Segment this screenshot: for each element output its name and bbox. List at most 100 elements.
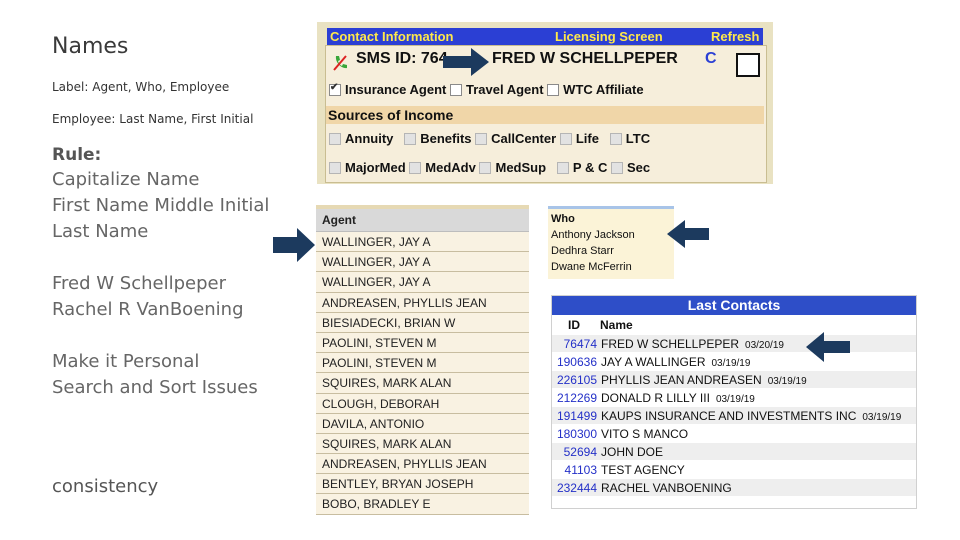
- sources-label: Sources of Income: [328, 107, 454, 123]
- table-row[interactable]: 180300 VITO S MANCO: [552, 425, 916, 443]
- contact-date: 03/19/19: [862, 412, 902, 423]
- table-row[interactable]: 41103 TEST AGENCY: [552, 461, 916, 479]
- income-label: MedAdv: [425, 160, 476, 175]
- arrow-left-icon: [806, 332, 850, 362]
- example-line: Rachel R VanBoening: [52, 299, 244, 320]
- table-row[interactable]: SQUIRES, MARK ALAN: [316, 373, 529, 394]
- income-ltc-checkbox[interactable]: LTC: [609, 131, 650, 146]
- action-box[interactable]: [736, 53, 760, 77]
- table-row[interactable]: ANDREASEN, PHYLLIS JEAN: [316, 292, 529, 313]
- checkbox-icon[interactable]: [329, 82, 341, 96]
- checkbox-icon[interactable]: [475, 132, 488, 145]
- table-row[interactable]: WALLINGER, JAY A: [316, 272, 529, 293]
- flag-label: Insurance Agent: [345, 82, 447, 97]
- checkbox-icon[interactable]: [404, 132, 417, 145]
- contact-name: JAY A WALLINGER: [601, 355, 706, 369]
- contact-id-link[interactable]: 191499: [552, 407, 597, 425]
- contact-title: Contact Information: [330, 29, 454, 44]
- table-row[interactable]: 226105 PHYLLIS JEAN ANDREASEN 03/19/19: [552, 371, 916, 389]
- contact-id-link[interactable]: 52694: [552, 443, 597, 461]
- insurance-agent-checkbox[interactable]: Insurance Agent: [329, 82, 446, 97]
- table-row[interactable]: 232444 RACHEL VANBOENING: [552, 479, 916, 497]
- contact-id-link[interactable]: 190636: [552, 353, 597, 371]
- income-life-checkbox[interactable]: Life: [559, 131, 599, 146]
- who-list: Who Anthony Jackson Dedhra Starr Dwane M…: [548, 206, 674, 279]
- label-note: Label: Agent, Who, Employee: [52, 80, 230, 94]
- checkbox-icon[interactable]: [479, 161, 492, 174]
- income-pc-checkbox[interactable]: P & C: [556, 160, 607, 175]
- checkbox-icon[interactable]: [329, 161, 341, 174]
- income-label: Benefits: [420, 131, 472, 146]
- table-row[interactable]: BIESIADECKI, BRIAN W: [316, 312, 529, 333]
- id-column-header[interactable]: ID: [552, 315, 580, 335]
- table-row[interactable]: SQUIRES, MARK ALAN: [316, 433, 529, 455]
- phone-muted-icon[interactable]: [332, 54, 348, 76]
- checkbox-icon[interactable]: [559, 132, 572, 145]
- contact-date: 03/19/19: [715, 394, 755, 405]
- list-item[interactable]: Anthony Jackson: [548, 227, 674, 243]
- contact-id-link[interactable]: 212269: [552, 389, 597, 407]
- personal-line: Search and Sort Issues: [52, 377, 258, 398]
- list-item[interactable]: Dedhra Starr: [548, 243, 674, 259]
- income-callcenter-checkbox[interactable]: CallCenter: [475, 131, 556, 146]
- contact-name: DONALD R LILLY III: [601, 391, 710, 405]
- income-label: Sec: [626, 160, 651, 175]
- income-label: MajorMed: [345, 160, 406, 175]
- income-majormed-checkbox[interactable]: MajorMed: [329, 160, 406, 175]
- contact-date: 03/20/19: [745, 340, 784, 351]
- list-item[interactable]: Dwane McFerrin: [548, 259, 674, 275]
- who-header: Who: [551, 213, 575, 225]
- income-medadv-checkbox[interactable]: MedAdv: [409, 160, 476, 175]
- rule-line: Last Name: [52, 221, 149, 242]
- table-row[interactable]: 190636 JAY A WALLINGER 03/19/19: [552, 353, 916, 371]
- table-row[interactable]: CLOUGH, DEBORAH: [316, 393, 529, 414]
- table-row[interactable]: BENTLEY, BRYAN JOSEPH: [316, 474, 529, 495]
- contact-name: FRED W SCHELLPEPER: [492, 50, 678, 67]
- personal-list: Make it Personal Search and Sort Issues: [52, 349, 258, 401]
- name-column-header[interactable]: Name: [600, 318, 633, 332]
- table-row[interactable]: BOBO, BRADLEY E: [316, 494, 529, 515]
- income-row-2: MajorMed MedAdv MedSup P & C Sec: [329, 160, 650, 175]
- table-row[interactable]: WALLINGER, JAY A: [316, 252, 529, 273]
- table-row[interactable]: 76474 FRED W SCHELLPEPER 03/20/19: [552, 335, 916, 353]
- checkbox-icon[interactable]: [547, 83, 560, 96]
- agent-column-header[interactable]: Agent: [316, 209, 529, 232]
- table-row[interactable]: PAOLINI, STEVEN M: [316, 332, 529, 354]
- contact-id-link[interactable]: 232444: [552, 479, 597, 497]
- checkbox-icon[interactable]: [450, 83, 462, 96]
- contact-id-link[interactable]: 180300: [552, 425, 597, 443]
- table-row[interactable]: PAOLINI, STEVEN M: [316, 353, 529, 374]
- table-row[interactable]: 191499 KAUPS INSURANCE AND INVESTMENTS IN…: [552, 407, 916, 425]
- personal-line: Make it Personal: [52, 351, 200, 372]
- contact-id-link[interactable]: 41103: [552, 461, 597, 479]
- income-label: Life: [575, 131, 599, 146]
- last-contacts-header: ID Name: [552, 315, 916, 335]
- income-sec-checkbox[interactable]: Sec: [610, 160, 651, 175]
- contact-id-link[interactable]: 76474: [552, 335, 597, 353]
- contact-name: KAUPS INSURANCE AND INVESTMENTS INC: [601, 409, 857, 423]
- table-row[interactable]: ANDREASEN, PHYLLIS JEAN: [316, 454, 529, 475]
- refresh-link[interactable]: Refresh: [711, 28, 759, 45]
- wtc-affiliate-checkbox[interactable]: WTC Affiliate: [547, 82, 644, 97]
- flag-label: WTC Affiliate: [563, 82, 644, 97]
- table-row[interactable]: WALLINGER, JAY A: [316, 232, 529, 253]
- checkbox-icon[interactable]: [556, 161, 569, 174]
- checkbox-icon[interactable]: [609, 132, 622, 145]
- table-row[interactable]: DAVILA, ANTONIO: [316, 413, 529, 434]
- licensing-screen-link[interactable]: Licensing Screen: [555, 28, 663, 45]
- contact-name: PHYLLIS JEAN ANDREASEN: [601, 373, 762, 387]
- checkbox-icon[interactable]: [329, 132, 341, 145]
- checkbox-icon[interactable]: [409, 161, 422, 174]
- contact-name: JOHN DOE: [601, 445, 664, 459]
- table-row[interactable]: 212269 DONALD R LILLY III 03/19/19: [552, 389, 916, 407]
- travel-agent-checkbox[interactable]: Travel Agent: [450, 82, 544, 97]
- income-label: CallCenter: [491, 131, 557, 146]
- income-benefits-checkbox[interactable]: Benefits: [404, 131, 472, 146]
- contact-date: 03/19/19: [767, 376, 807, 387]
- contact-id-link[interactable]: 226105: [552, 371, 597, 389]
- table-row[interactable]: 52694 JOHN DOE: [552, 443, 916, 461]
- rule-line: Capitalize Name: [52, 169, 200, 190]
- income-annuity-checkbox[interactable]: Annuity: [329, 131, 393, 146]
- income-medsup-checkbox[interactable]: MedSup: [479, 160, 546, 175]
- checkbox-icon[interactable]: [610, 161, 623, 174]
